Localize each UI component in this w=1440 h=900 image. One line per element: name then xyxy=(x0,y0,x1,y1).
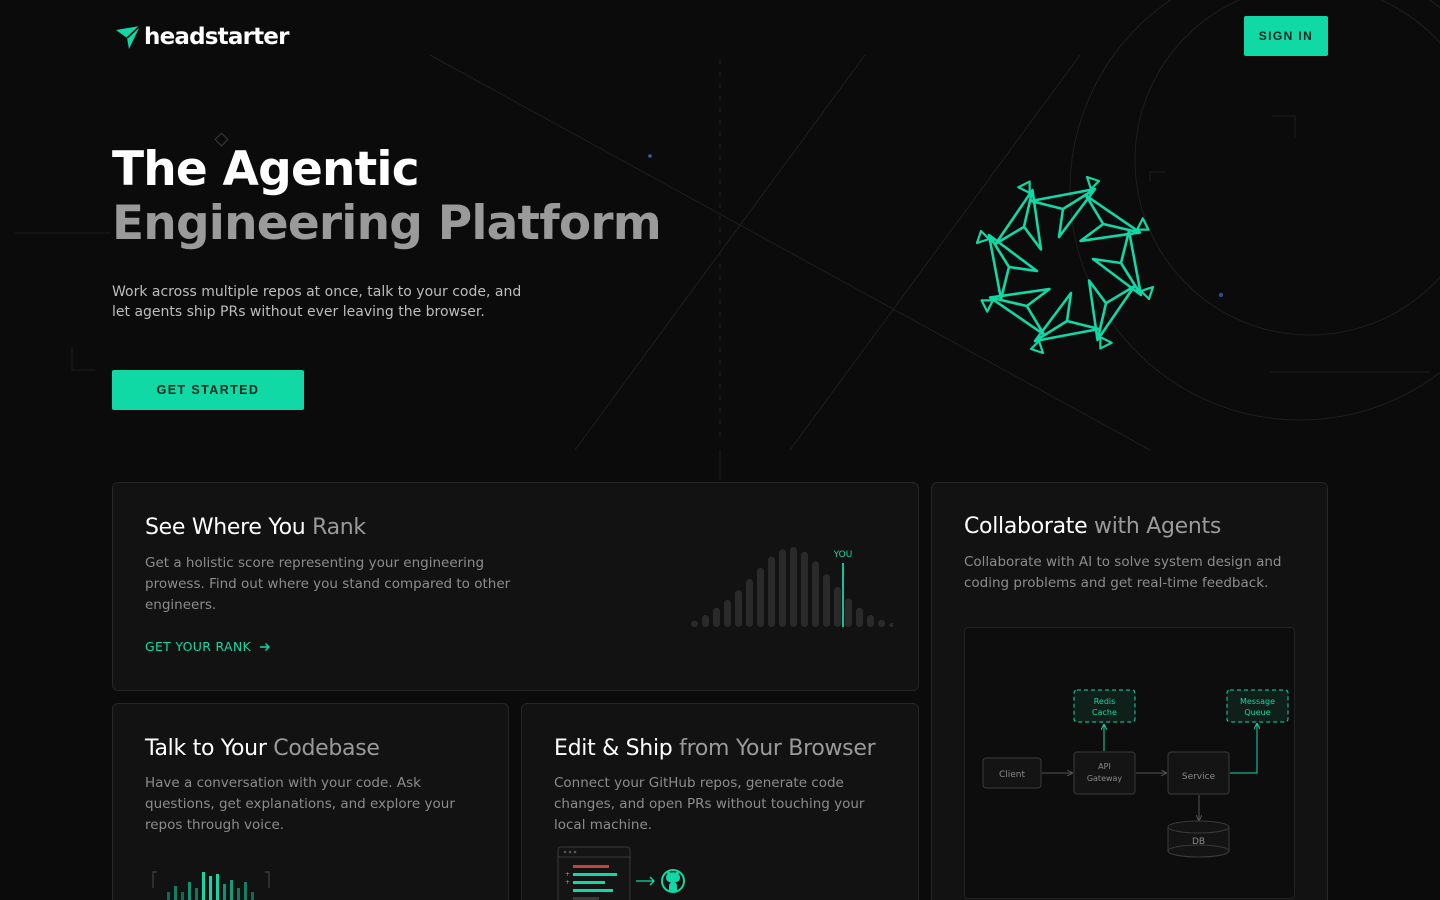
svg-text:+: + xyxy=(565,871,570,878)
redis-cache-node[interactable] xyxy=(1073,689,1136,723)
hero-subtitle: Work across multiple repos at once, talk… xyxy=(112,284,522,320)
plane-segment xyxy=(1091,229,1155,301)
plane-segment xyxy=(1029,291,1101,355)
distribution-bar xyxy=(845,598,852,627)
distribution-bar xyxy=(878,619,885,627)
rank-card-title: See Where You Rank xyxy=(145,515,366,540)
rank-card-description: Get a holistic score representing your e… xyxy=(145,555,511,613)
hero-title-line2: Engineering Platform xyxy=(112,196,662,251)
distribution-bar xyxy=(746,579,753,627)
collab-card: Collaborate with Agents Collaborate with… xyxy=(931,482,1328,900)
ship-card-title: Edit & Ship from Your Browser xyxy=(554,736,876,761)
system-design-diagram: Client API Gateway Service Redis Cache M… xyxy=(982,689,1289,858)
hero-title: The Agentic Engineering Platform xyxy=(112,142,662,251)
ship-title-secondary: from Your Browser xyxy=(679,736,876,761)
distribution-bar xyxy=(702,615,709,627)
get-started-button[interactable]: GET STARTED xyxy=(112,370,304,410)
queue-label-2: Queue xyxy=(1244,708,1270,717)
distribution-bar xyxy=(790,547,797,627)
api-gateway-label-2: Gateway xyxy=(1087,774,1123,783)
you-marker-label: YOU xyxy=(833,550,853,560)
service-node-label: Service xyxy=(1182,772,1216,782)
queue-label-1: Message xyxy=(1240,697,1275,706)
agent-ring-emblem-icon xyxy=(975,175,1155,355)
talk-title-primary: Talk to Your xyxy=(145,736,274,761)
talk-card-description: Have a conversation with your code. Ask … xyxy=(145,775,455,833)
talk-card: Talk to Your Codebase Have a conversatio… xyxy=(112,703,509,900)
distribution-bar xyxy=(823,574,830,627)
code-to-github-icon: + + xyxy=(557,846,685,900)
talk-card-title: Talk to Your Codebase xyxy=(145,736,380,761)
distribution-bar xyxy=(735,590,742,627)
distribution-bar xyxy=(856,607,863,627)
redis-label-1: Redis xyxy=(1094,697,1116,706)
arrow-right-icon xyxy=(259,642,270,651)
distribution-bar xyxy=(724,599,731,627)
rank-title-primary: See Where You xyxy=(145,515,313,540)
logo[interactable]: headstarter xyxy=(114,22,289,52)
distribution-bar xyxy=(812,561,819,627)
svg-text:+: + xyxy=(565,879,570,886)
talk-title-secondary: Codebase xyxy=(273,736,380,761)
plane-logo-icon xyxy=(116,25,141,49)
distribution-bar xyxy=(834,587,841,627)
voice-waveform-icon xyxy=(152,871,270,900)
get-your-rank-label: GET YOUR RANK xyxy=(145,639,251,654)
sign-in-button[interactable]: SIGN IN xyxy=(1244,16,1328,56)
ship-card: Edit & Ship from Your Browser Connect yo… xyxy=(521,703,919,900)
collab-title-secondary: with Agents xyxy=(1094,514,1221,539)
hero-title-line1: The Agentic xyxy=(112,142,420,197)
rank-distribution-chart: YOU xyxy=(691,547,893,627)
distribution-bar xyxy=(768,556,775,627)
distribution-bar xyxy=(757,567,764,627)
distribution-bar xyxy=(801,551,808,627)
logo-text: headstarter xyxy=(144,24,289,50)
redis-label-2: Cache xyxy=(1092,708,1117,717)
rank-title-secondary: Rank xyxy=(312,515,366,540)
collab-title-primary: Collaborate xyxy=(964,514,1095,539)
collab-card-title: Collaborate with Agents xyxy=(964,514,1221,539)
site-header: headstarter SIGN IN xyxy=(0,0,1440,72)
plane-segment xyxy=(1029,175,1101,239)
distribution-bar xyxy=(779,549,786,627)
collab-card-description: Collaborate with AI to solve system desi… xyxy=(964,554,1282,591)
distribution-bar xyxy=(889,623,893,627)
distribution-bar xyxy=(691,620,698,627)
api-gateway-label-1: API xyxy=(1098,762,1111,771)
plane-segment xyxy=(975,229,1039,301)
distribution-bar xyxy=(713,607,720,627)
message-queue-node[interactable] xyxy=(1226,689,1289,723)
get-your-rank-link[interactable]: GET YOUR RANK xyxy=(145,639,271,654)
db-node-label: DB xyxy=(1192,837,1205,847)
ship-card-description: Connect your GitHub repos, generate code… xyxy=(554,775,865,833)
distribution-bar xyxy=(867,615,874,627)
client-node-label: Client xyxy=(999,770,1026,780)
system-design-canvas[interactable]: Client API Gateway Service Redis Cache M… xyxy=(964,627,1295,899)
api-gateway-node[interactable] xyxy=(1073,751,1136,795)
ship-title-primary: Edit & Ship xyxy=(554,736,680,761)
rank-card: See Where You Rank Get a holistic score … xyxy=(112,482,919,691)
